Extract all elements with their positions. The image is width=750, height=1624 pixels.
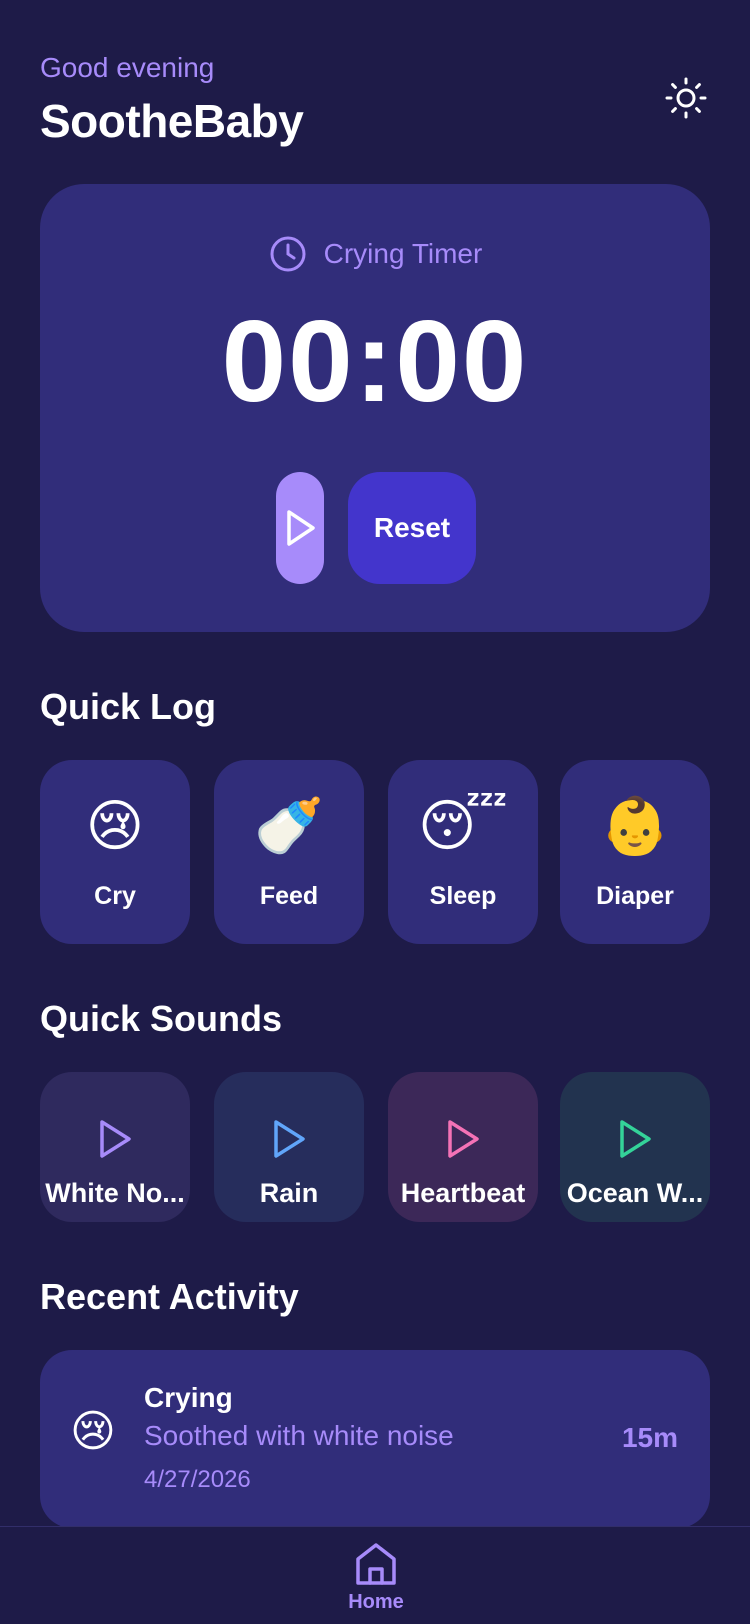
start-timer-button[interactable]: [276, 472, 324, 584]
quick-log-label: Sleep: [429, 882, 497, 910]
sound-heartbeat-button[interactable]: Heartbeat: [388, 1072, 538, 1222]
sound-rain-button[interactable]: Rain: [214, 1072, 364, 1222]
activity-date: 4/27/2026: [144, 1466, 251, 1493]
play-icon: [274, 1120, 305, 1158]
nav-home-label: Home: [348, 1591, 404, 1613]
quick-log-diaper-button[interactable]: 👶 Diaper: [560, 760, 710, 944]
crying-face-icon: 😢: [70, 1407, 116, 1456]
nav-home-tab[interactable]: Home: [340, 1539, 412, 1619]
quick-log-label: Diaper: [596, 882, 674, 910]
activity-note: Soothed with white noise: [144, 1420, 454, 1451]
sun-icon: [665, 77, 707, 119]
recent-activity-title: Recent Activity: [40, 1276, 299, 1317]
quick-log-label: Cry: [94, 882, 136, 910]
quick-sounds-title: Quick Sounds: [40, 998, 283, 1039]
timer-display: 00:00: [221, 296, 529, 426]
play-icon: [448, 1120, 479, 1158]
sound-label: Ocean W...: [566, 1178, 704, 1208]
play-icon: [620, 1120, 651, 1158]
app-title: SootheBaby: [40, 95, 304, 147]
crying-face-icon: 😢: [85, 794, 145, 857]
activity-item[interactable]: 😢 Crying Soothed with white noise 4/27/2…: [40, 1350, 710, 1528]
home-icon: [356, 1543, 396, 1585]
clock-icon: [270, 236, 306, 272]
play-icon: [287, 510, 315, 546]
sound-white-noise-button[interactable]: White No...: [40, 1072, 190, 1222]
sound-ocean-waves-button[interactable]: Ocean W...: [560, 1072, 710, 1222]
sound-label: White No...: [45, 1178, 185, 1208]
crying-timer-card: Crying Timer 00:00 Reset: [40, 184, 710, 632]
sound-label: Heartbeat: [400, 1178, 526, 1208]
theme-toggle-button[interactable]: [660, 72, 712, 124]
quick-log-sleep-button[interactable]: 😴 Sleep: [388, 760, 538, 944]
sound-label: Rain: [259, 1178, 319, 1208]
play-icon: [100, 1120, 131, 1158]
quick-log-label: Feed: [259, 882, 319, 910]
quick-log-title: Quick Log: [40, 686, 217, 727]
activity-type: Crying: [144, 1382, 233, 1413]
quick-log-feed-button[interactable]: 🍼 Feed: [214, 760, 364, 944]
timer-label: Crying Timer: [323, 238, 483, 269]
quick-log-cry-button[interactable]: 😢 Cry: [40, 760, 190, 944]
baby-icon: 👶: [600, 794, 670, 857]
bottom-nav: Home: [0, 1526, 750, 1624]
baby-bottle-icon: 🍼: [254, 794, 324, 857]
activity-duration: 15m: [621, 1422, 678, 1453]
greeting-text: Good evening: [40, 52, 215, 83]
timer-header: Crying Timer: [40, 234, 710, 274]
sleeping-face-icon: 😴: [418, 794, 508, 857]
reset-timer-button[interactable]: Reset: [348, 472, 476, 584]
